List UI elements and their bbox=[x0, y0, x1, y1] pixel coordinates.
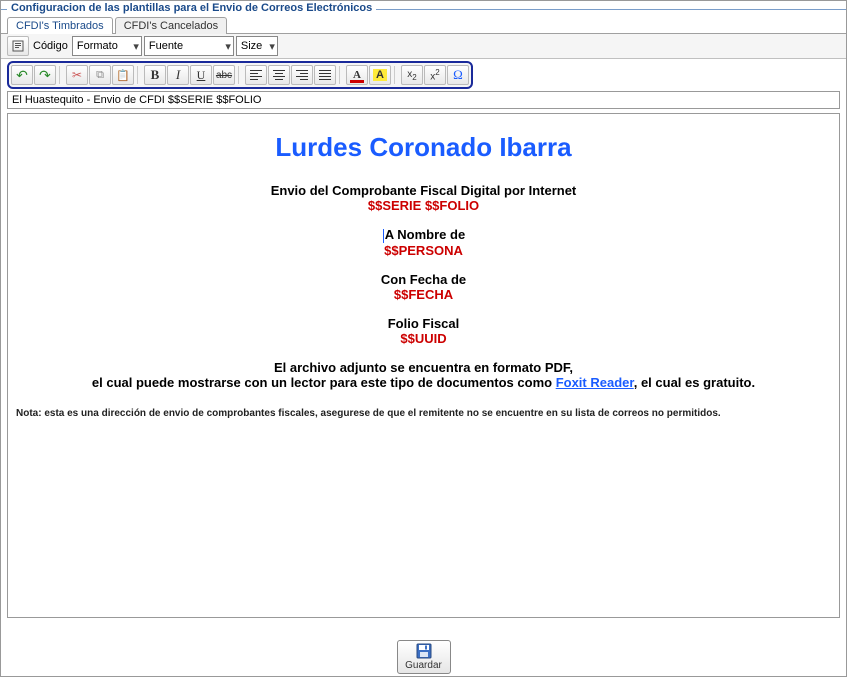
align-center-icon bbox=[273, 70, 285, 80]
redo-icon: ↶ bbox=[39, 67, 51, 84]
text-cursor bbox=[383, 229, 384, 243]
bg-color-button[interactable]: A bbox=[369, 65, 391, 85]
paste-icon: 📋 bbox=[116, 69, 130, 82]
pdf-line1: El archivo adjunto se encuentra en forma… bbox=[16, 360, 831, 375]
block-fecha: Con Fecha de $$FECHA bbox=[16, 272, 831, 302]
paste-button[interactable]: 📋 bbox=[112, 65, 134, 85]
omega-icon: Ω bbox=[453, 67, 463, 83]
subscript-icon: x2 bbox=[407, 69, 416, 82]
nombre-value: $$PERSONA bbox=[16, 243, 831, 258]
envio-label: Envio del Comprobante Fiscal Digital por… bbox=[16, 183, 831, 198]
underline-icon: U bbox=[197, 68, 206, 83]
cut-icon: ✂ bbox=[72, 68, 82, 82]
bold-button[interactable]: B bbox=[144, 65, 166, 85]
align-left-icon bbox=[250, 70, 262, 80]
foxit-link[interactable]: Foxit Reader bbox=[556, 375, 634, 390]
toolbar-row-2: ↶ ↶ ✂ ⧉ 📋 B I U abc A A x2 x2 Ω bbox=[7, 61, 473, 89]
source-icon[interactable] bbox=[7, 36, 29, 56]
toolbar-row-1: Código Formato Fuente Size bbox=[1, 34, 846, 59]
save-label: Guardar bbox=[405, 660, 442, 671]
subscript-button[interactable]: x2 bbox=[401, 65, 423, 85]
copy-icon: ⧉ bbox=[96, 69, 104, 82]
pdf-line2: el cual puede mostrarse con un lector pa… bbox=[16, 375, 831, 390]
subject-input[interactable]: El Huastequito - Envio de CFDI $$SERIE $… bbox=[7, 91, 840, 109]
footer-note: Nota: esta es una dirección de envio de … bbox=[16, 408, 831, 419]
fecha-value: $$FECHA bbox=[16, 287, 831, 302]
tab-timbrados[interactable]: CFDI's Timbrados bbox=[7, 17, 113, 34]
undo-button[interactable]: ↶ bbox=[11, 65, 33, 85]
folio-label: Folio Fiscal bbox=[16, 316, 831, 331]
align-right-button[interactable] bbox=[291, 65, 313, 85]
align-right-icon bbox=[296, 70, 308, 80]
align-justify-button[interactable] bbox=[314, 65, 336, 85]
special-char-button[interactable]: Ω bbox=[447, 65, 469, 85]
align-justify-icon bbox=[319, 70, 331, 80]
align-center-button[interactable] bbox=[268, 65, 290, 85]
undo-icon: ↶ bbox=[16, 67, 28, 84]
folio-value: $$UUID bbox=[16, 331, 831, 346]
block-folio: Folio Fiscal $$UUID bbox=[16, 316, 831, 346]
underline-button[interactable]: U bbox=[190, 65, 212, 85]
superscript-button[interactable]: x2 bbox=[424, 65, 446, 85]
tab-cancelados[interactable]: CFDI's Cancelados bbox=[115, 17, 227, 34]
size-select[interactable]: Size bbox=[236, 36, 278, 56]
font-color-icon: A bbox=[353, 69, 361, 81]
cut-button[interactable]: ✂ bbox=[66, 65, 88, 85]
copy-button[interactable]: ⧉ bbox=[89, 65, 111, 85]
bold-icon: B bbox=[151, 67, 160, 83]
redo-button[interactable]: ↶ bbox=[34, 65, 56, 85]
codigo-label: Código bbox=[31, 40, 70, 52]
superscript-icon: x2 bbox=[430, 68, 439, 82]
font-color-button[interactable]: A bbox=[346, 65, 368, 85]
editor-area[interactable]: Lurdes Coronado Ibarra Envio del Comprob… bbox=[7, 113, 840, 618]
block-envio: Envio del Comprobante Fiscal Digital por… bbox=[16, 183, 831, 213]
italic-icon: I bbox=[176, 67, 180, 83]
save-icon bbox=[416, 643, 432, 659]
envio-value: $$SERIE $$FOLIO bbox=[16, 198, 831, 213]
fecha-label: Con Fecha de bbox=[16, 272, 831, 287]
bg-color-icon: A bbox=[373, 69, 387, 81]
panel-title: Configuracion de las plantillas para el … bbox=[1, 1, 846, 14]
strike-button[interactable]: abc bbox=[213, 65, 235, 85]
format-select[interactable]: Formato bbox=[72, 36, 142, 56]
company-heading: Lurdes Coronado Ibarra bbox=[16, 132, 831, 163]
italic-button[interactable]: I bbox=[167, 65, 189, 85]
tab-strip: CFDI's Timbrados CFDI's Cancelados bbox=[1, 14, 846, 34]
nombre-label: A Nombre de bbox=[16, 227, 831, 243]
action-bar: Guardar bbox=[1, 640, 846, 674]
block-nombre: A Nombre de $$PERSONA bbox=[16, 227, 831, 258]
font-select[interactable]: Fuente bbox=[144, 36, 234, 56]
strike-icon: abc bbox=[216, 70, 232, 81]
align-left-button[interactable] bbox=[245, 65, 267, 85]
save-button[interactable]: Guardar bbox=[397, 640, 451, 674]
block-pdf: El archivo adjunto se encuentra en forma… bbox=[16, 360, 831, 390]
